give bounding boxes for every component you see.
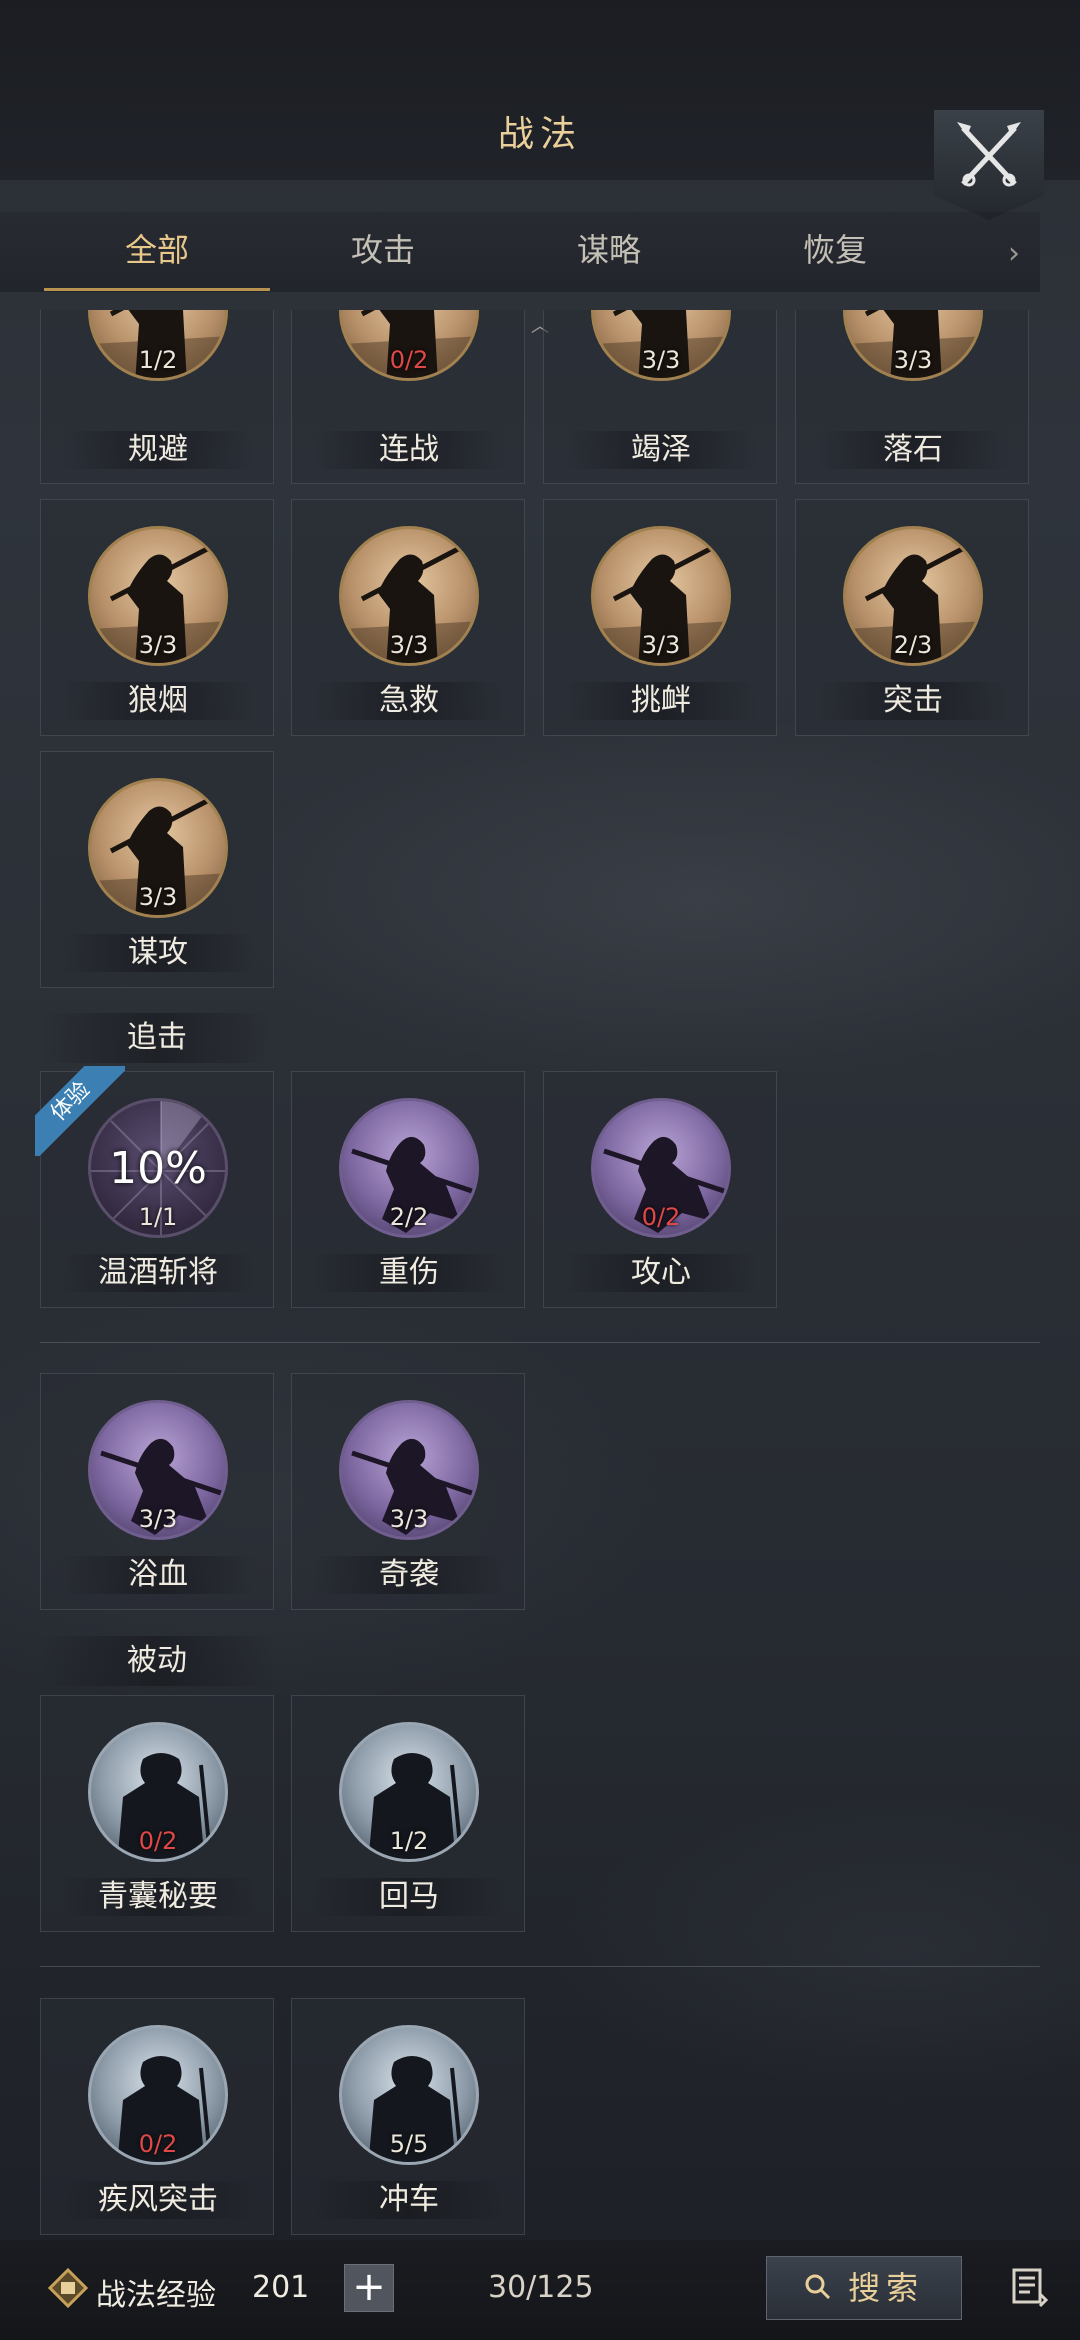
tactic-exp-icon bbox=[48, 2268, 88, 2308]
skill-level: 0/2 bbox=[138, 2130, 178, 2158]
search-icon bbox=[804, 2259, 832, 2321]
skill-card[interactable]: 0/2 青囊秘要 bbox=[40, 1695, 274, 1932]
chevron-right-icon[interactable]: › bbox=[1008, 236, 1020, 271]
skill-name: 谋攻 bbox=[61, 934, 255, 972]
skill-name: 回马 bbox=[312, 1878, 506, 1916]
tab-recovery[interactable]: 恢复 bbox=[722, 212, 948, 288]
skill-icon: 1/2 bbox=[339, 1722, 479, 1862]
skill-name: 突击 bbox=[816, 682, 1010, 720]
skill-level: 2/3 bbox=[893, 631, 933, 659]
close-button[interactable] bbox=[934, 110, 1044, 220]
search-label: 搜索 bbox=[848, 2269, 925, 2307]
skill-level: 0/2 bbox=[138, 1827, 178, 1855]
skill-icon: 3/3 bbox=[88, 526, 228, 666]
skill-name: 浴血 bbox=[61, 1556, 255, 1594]
skill-name: 连战 bbox=[312, 431, 506, 469]
skill-level: 3/3 bbox=[389, 631, 429, 659]
search-button[interactable]: 搜索 bbox=[766, 2256, 962, 2320]
skill-count: 30/125 bbox=[488, 2270, 594, 2305]
skill-name: 落石 bbox=[816, 431, 1010, 469]
skill-icon: 3/3 bbox=[88, 1400, 228, 1540]
list-sort-icon[interactable] bbox=[1008, 2264, 1052, 2308]
skill-name: 规避 bbox=[61, 431, 255, 469]
tab-attack[interactable]: 攻击 bbox=[270, 212, 496, 288]
skill-level: 1/2 bbox=[138, 346, 178, 374]
skill-level: 3/3 bbox=[641, 631, 681, 659]
skill-level: 3/3 bbox=[893, 346, 933, 374]
trial-badge: 体验 bbox=[35, 1066, 125, 1156]
skill-card[interactable]: 1/2 回马 bbox=[291, 1695, 525, 1932]
skill-level: 3/3 bbox=[138, 883, 178, 911]
skill-level: 3/3 bbox=[641, 346, 681, 374]
skill-card[interactable]: 3/3 挑衅 bbox=[543, 499, 777, 736]
skill-name: 疾风突击 bbox=[61, 2181, 255, 2219]
skill-name: 奇袭 bbox=[312, 1556, 506, 1594]
section-divider bbox=[40, 1966, 1040, 1967]
skill-icon: 2/3 bbox=[843, 526, 983, 666]
skill-card[interactable]: 2/3 突击 bbox=[795, 499, 1029, 736]
skill-level: 5/5 bbox=[389, 2130, 429, 2158]
skill-card[interactable]: 10% 1/1 体验 温酒斩将 bbox=[35, 1066, 274, 1308]
page-title: 战法 bbox=[497, 114, 582, 155]
category-tabs: 全部 攻击 谋略 恢复 › bbox=[0, 212, 1040, 292]
skill-icon: 2/2 bbox=[339, 1098, 479, 1238]
crossed-swords-icon bbox=[957, 122, 1021, 187]
skill-card[interactable]: 0/2 疾风突击 bbox=[40, 1998, 274, 2235]
skill-level: 0/2 bbox=[389, 346, 429, 374]
section-label-pursuit: 追击 bbox=[40, 1013, 274, 1063]
skill-name: 重伤 bbox=[312, 1254, 506, 1292]
tab-strategy[interactable]: 谋略 bbox=[496, 212, 722, 288]
tab-all[interactable]: 全部 bbox=[44, 212, 270, 291]
skill-card[interactable]: 3/3 狼烟 bbox=[40, 499, 274, 736]
skill-name: 冲车 bbox=[312, 2181, 506, 2219]
trial-badge-label: 体验 bbox=[35, 1066, 125, 1156]
section-label-passive: 被动 bbox=[40, 1636, 274, 1686]
skill-card[interactable]: 3/3 奇袭 bbox=[291, 1373, 525, 1610]
add-exp-button[interactable]: + bbox=[344, 2264, 394, 2312]
skill-icon: 5/5 bbox=[339, 2025, 479, 2165]
skill-name: 温酒斩将 bbox=[61, 1254, 255, 1292]
skill-card[interactable]: 3/3 谋攻 bbox=[40, 751, 274, 988]
skill-icon: 3/3 bbox=[339, 526, 479, 666]
skill-icon: 3/3 bbox=[339, 1400, 479, 1540]
exp-label: 战法经验 bbox=[96, 2278, 216, 2313]
skill-name: 攻心 bbox=[564, 1254, 758, 1292]
skill-name: 挑衅 bbox=[564, 682, 758, 720]
skill-card[interactable]: 3/3 浴血 bbox=[40, 1373, 274, 1610]
skill-card[interactable]: 2/2 重伤 bbox=[291, 1071, 525, 1308]
skill-name: 竭泽 bbox=[564, 431, 758, 469]
skill-level: 1/2 bbox=[389, 1827, 429, 1855]
skill-card[interactable]: 5/5 冲车 bbox=[291, 1998, 525, 2235]
skill-icon: 0/2 bbox=[88, 1722, 228, 1862]
skill-level: 3/3 bbox=[138, 1505, 178, 1533]
skill-card[interactable]: 0/2 攻心 bbox=[543, 1071, 777, 1308]
skill-icon: 3/3 bbox=[591, 526, 731, 666]
skill-level: 0/2 bbox=[641, 1203, 681, 1231]
skill-name: 狼烟 bbox=[61, 682, 255, 720]
skill-name: 急救 bbox=[312, 682, 506, 720]
exp-value: 201 bbox=[252, 2270, 310, 2305]
section-divider bbox=[40, 1342, 1040, 1343]
skill-card[interactable]: 3/3 急救 bbox=[291, 499, 525, 736]
skill-icon: 3/3 bbox=[88, 778, 228, 918]
skill-level: 3/3 bbox=[138, 631, 178, 659]
skill-icon: 0/2 bbox=[591, 1098, 731, 1238]
skill-level: 1/1 bbox=[138, 1203, 178, 1231]
skill-icon: 0/2 bbox=[88, 2025, 228, 2165]
skill-name: 青囊秘要 bbox=[61, 1878, 255, 1916]
skill-level: 3/3 bbox=[389, 1505, 429, 1533]
skill-level: 2/2 bbox=[389, 1203, 429, 1231]
